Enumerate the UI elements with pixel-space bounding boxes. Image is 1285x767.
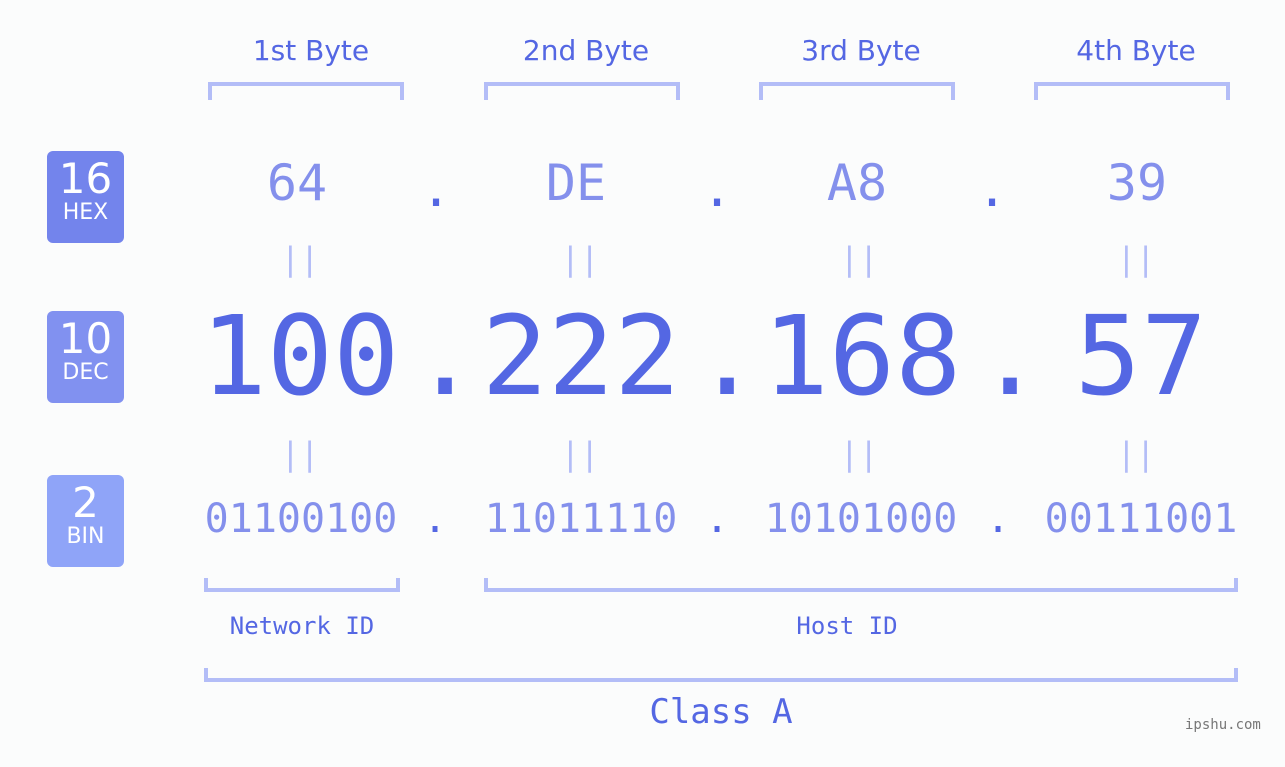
equals-sign: || <box>560 435 600 473</box>
equals-sign: || <box>1116 435 1156 473</box>
byte-bracket-2 <box>484 82 680 100</box>
network-id-bracket <box>204 578 400 592</box>
hex-dot-2: . <box>701 160 733 218</box>
equals-sign: || <box>280 435 320 473</box>
equals-sign: || <box>280 240 320 278</box>
byte-bracket-4 <box>1034 82 1230 100</box>
dec-badge: 10 DEC <box>47 311 124 403</box>
byte-label-2: 2nd Byte <box>522 34 650 67</box>
host-id-label: Host ID <box>796 612 898 640</box>
bin-byte-4: 00111001 <box>1044 496 1238 542</box>
equals-sign: || <box>1116 240 1156 278</box>
hex-dot-1: . <box>420 160 452 218</box>
network-id-label: Network ID <box>229 612 375 640</box>
dec-byte-2: 222 <box>481 292 681 420</box>
byte-label-3: 3rd Byte <box>801 34 921 67</box>
class-label: Class A <box>649 692 793 732</box>
dec-dot-1: . <box>412 292 479 420</box>
dec-badge-number: 10 <box>58 314 113 363</box>
hex-byte-1: 64 <box>266 154 328 212</box>
bin-badge-label: BIN <box>66 524 105 549</box>
bin-badge-number: 2 <box>72 478 99 527</box>
byte-bracket-3 <box>759 82 955 100</box>
byte-label-1: 1st Byte <box>252 34 370 67</box>
hex-byte-2: DE <box>545 154 607 212</box>
dec-byte-1: 100 <box>200 292 400 420</box>
hex-byte-4: 39 <box>1106 154 1168 212</box>
equals-sign: || <box>839 240 879 278</box>
class-bracket <box>204 668 1238 682</box>
hex-byte-3: A8 <box>826 154 888 212</box>
bin-dot-1: . <box>422 496 448 542</box>
equals-sign: || <box>839 435 879 473</box>
bin-byte-3: 10101000 <box>764 496 958 542</box>
bin-byte-1: 01100100 <box>204 496 398 542</box>
dec-byte-3: 168 <box>762 292 962 420</box>
bin-byte-2: 11011110 <box>484 496 678 542</box>
bin-badge: 2 BIN <box>47 475 124 567</box>
hex-badge-number: 16 <box>58 154 113 203</box>
dec-byte-4: 57 <box>1074 292 1208 420</box>
dec-badge-label: DEC <box>62 360 109 385</box>
dec-dot-3: . <box>977 292 1044 420</box>
byte-bracket-1 <box>208 82 404 100</box>
byte-label-4: 4th Byte <box>1076 34 1196 67</box>
dec-dot-2: . <box>694 292 761 420</box>
equals-sign: || <box>560 240 600 278</box>
watermark: ipshu.com <box>1185 717 1261 733</box>
hex-dot-3: . <box>976 160 1008 218</box>
hex-badge-label: HEX <box>62 200 109 225</box>
host-id-bracket <box>484 578 1238 592</box>
hex-badge: 16 HEX <box>47 151 124 243</box>
